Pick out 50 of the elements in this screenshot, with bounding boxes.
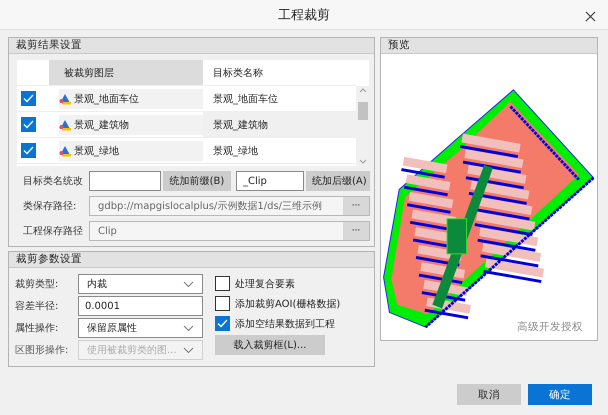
checkbox[interactable] (21, 143, 36, 158)
section-header: 裁剪结果设置 (9, 38, 374, 54)
field-label: 裁剪类型: (15, 278, 60, 291)
suffix-button[interactable]: 统加后缀(A) (306, 171, 370, 191)
chevron-down-icon (183, 346, 194, 354)
section-header: 预览 (381, 38, 597, 54)
field-label: 区图形操作: (15, 344, 70, 357)
prefix-input-field[interactable] (89, 171, 161, 191)
chevron-down-icon (183, 324, 194, 332)
scroll-down-icon[interactable] (358, 159, 366, 164)
layer-icon (59, 118, 72, 130)
layer-icon (59, 92, 72, 104)
field-label: 工程保存路径 (23, 225, 84, 238)
close-icon (584, 10, 596, 22)
dropdown[interactable]: 内裁 (78, 274, 203, 294)
browse-button[interactable]: ··· (343, 222, 369, 240)
table-cell-text: 景观_建筑物 (74, 118, 129, 132)
window-title: 工程裁剪 (278, 6, 330, 24)
table-cell: 景观_建筑物 (203, 112, 356, 138)
prefix-button[interactable]: 统加前缀(B) (162, 171, 231, 191)
cancel-button[interactable]: 取消 (457, 384, 521, 405)
column-header: 被裁剪图层 (49, 60, 203, 86)
checkbox-label: 处理复合要素 (235, 278, 295, 290)
table-cell-text: 景观_绿地 (74, 144, 119, 158)
layer-icon (59, 144, 72, 156)
checkbox[interactable] (21, 117, 36, 132)
path-field[interactable]: Clip ··· (89, 221, 370, 241)
scroll-up-icon[interactable] (358, 88, 366, 93)
confirm-button[interactable]: 确定 (528, 384, 592, 405)
field-label: 容差半径: (15, 300, 60, 313)
field-label: 类保存路径: (23, 200, 78, 213)
path-field[interactable]: gdbp://mapgislocalplus/示例数据1/ds/三维示例 ··· (89, 196, 370, 216)
checkbox[interactable] (21, 91, 36, 106)
table-cell-text: 景观_地面车位 (74, 92, 139, 106)
checkbox[interactable] (215, 316, 230, 331)
field-label: 属性操作: (15, 322, 60, 335)
checkbox-label: 添加空结果数据到工程 (235, 318, 335, 330)
section-header: 裁剪参数设置 (9, 252, 374, 268)
dropdown[interactable]: 保留原属性 (78, 318, 203, 338)
load-clip-frame-button[interactable]: 载入裁剪框(L)... (215, 335, 325, 355)
scrollbar-thumb[interactable] (358, 102, 368, 120)
checkbox[interactable] (215, 276, 230, 291)
browse-button[interactable]: ··· (343, 197, 369, 215)
chevron-down-icon (183, 280, 194, 288)
field-label: 目标类名统改 (23, 174, 84, 188)
checkbox-label: 添加裁剪AOI(栅格数据) (235, 298, 340, 310)
input-field[interactable]: 0.0001 (78, 296, 203, 316)
suffix-input-field[interactable]: _Clip (236, 171, 304, 191)
license-note: 高级开发授权 (517, 320, 583, 334)
checkbox[interactable] (215, 296, 230, 311)
